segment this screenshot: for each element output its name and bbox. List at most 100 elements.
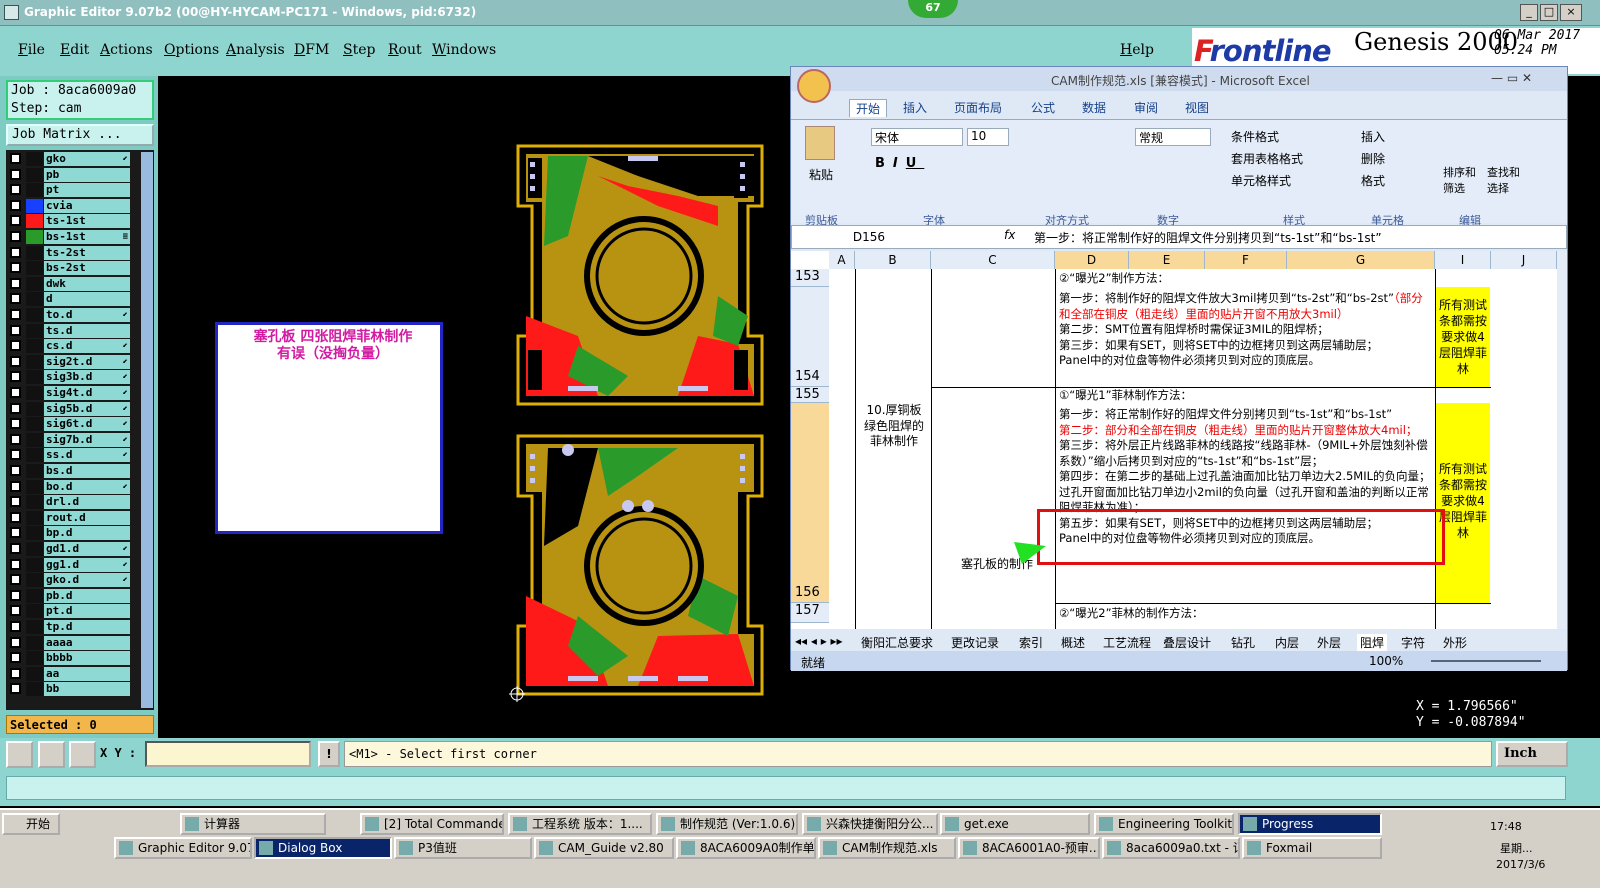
row-header-157[interactable]: 157 (791, 603, 829, 623)
taskbar-button[interactable]: 8aca6009a0.txt - 记... (1102, 837, 1240, 859)
layer-color-swatch[interactable] (26, 198, 43, 213)
cell-d155[interactable]: ①“曝光1”菲林制作方法： (1059, 388, 1429, 404)
layer-list-scrollbar[interactable] (141, 152, 153, 708)
layer-name[interactable]: pb.d (44, 588, 130, 603)
layer-row[interactable]: pt (6, 183, 136, 198)
layer-name[interactable]: bbbb (44, 651, 130, 666)
layer-row[interactable]: ts-1st (6, 214, 136, 229)
layer-checkbox[interactable] (10, 246, 21, 258)
zoom-level[interactable]: 100% (1369, 654, 1403, 668)
layer-row[interactable]: bp.d (6, 526, 136, 541)
layer-color-swatch[interactable] (26, 448, 43, 463)
taskbar-button[interactable]: Foxmail (1242, 837, 1382, 859)
col-header-a[interactable]: A (829, 251, 855, 269)
layer-name[interactable]: ts-2st (44, 245, 130, 260)
layer-checkbox[interactable] (10, 153, 21, 164)
row-header-153[interactable]: 153 (791, 269, 829, 287)
xy-input[interactable] (145, 741, 311, 767)
layer-name[interactable]: gd1.d ⬋ (44, 542, 130, 556)
layer-color-swatch[interactable] (26, 152, 43, 166)
row-header-156[interactable]: 156 (791, 403, 829, 603)
layer-color-swatch[interactable] (26, 682, 43, 697)
font-style-buttons[interactable]: BIU (875, 156, 924, 171)
layer-row[interactable]: ts.d (6, 323, 136, 338)
taskbar-button[interactable]: Dialog Box (254, 837, 392, 859)
layer-checkbox[interactable] (10, 355, 21, 367)
layer-checkbox[interactable] (10, 605, 21, 617)
col-header-j[interactable]: J (1491, 251, 1557, 269)
tab-data[interactable]: 数据 (1082, 99, 1106, 116)
layer-checkbox[interactable] (10, 527, 21, 539)
layer-name[interactable]: gg1.d ⬋ (44, 557, 130, 572)
layer-row[interactable]: gd1.d ⬋ (6, 542, 136, 556)
cell-d153[interactable]: ②“曝光2”制作方法： (1059, 271, 1429, 287)
layer-row[interactable]: drl.d (6, 495, 136, 510)
layer-row[interactable]: cvia (6, 198, 136, 213)
layer-checkbox[interactable] (10, 433, 21, 445)
close-button[interactable]: × (1560, 4, 1582, 21)
layer-row[interactable]: sig5b.d ⬋ (6, 401, 136, 416)
layer-row[interactable]: bs.d (6, 464, 136, 478)
insert-cells-button[interactable]: 插入 (1361, 128, 1385, 145)
layer-name[interactable]: bs.d (44, 464, 130, 478)
layer-row[interactable]: aaaa (6, 635, 136, 650)
layer-checkbox[interactable] (10, 449, 21, 461)
cell-i154[interactable]: 所有测试条都需按要求做4层阻焊菲林 (1436, 287, 1490, 387)
layer-row[interactable]: bs-2st (6, 261, 136, 276)
layer-row[interactable]: gko.d ⬋ (6, 573, 136, 588)
layer-name[interactable]: ss.d ⬋ (44, 448, 130, 463)
menu-windows[interactable]: Windows (432, 42, 496, 58)
col-header-e[interactable]: E (1129, 251, 1205, 269)
menu-analysis[interactable]: Analysis (226, 42, 285, 58)
delete-cells-button[interactable]: 删除 (1361, 150, 1385, 167)
taskbar-button[interactable]: 工程系统 版本：1.... (508, 813, 652, 835)
start-button[interactable]: 开始 (2, 813, 60, 835)
layer-color-swatch[interactable] (26, 573, 43, 588)
zoom-slider[interactable] (1431, 660, 1541, 662)
layer-color-swatch[interactable] (26, 432, 43, 447)
maximize-button[interactable]: □ (1540, 4, 1558, 21)
menu-edit[interactable]: Edit (60, 42, 89, 58)
layer-row[interactable]: aa (6, 666, 136, 681)
layer-checkbox[interactable] (10, 683, 21, 695)
layer-row[interactable]: bo.d ⬋ (6, 479, 136, 494)
layer-color-swatch[interactable] (26, 167, 43, 182)
layer-color-swatch[interactable] (26, 276, 43, 291)
layer-row[interactable]: sig4t.d ⬋ (6, 386, 136, 400)
layer-color-swatch[interactable] (26, 214, 43, 229)
layer-name[interactable]: sig3b.d ⬋ (44, 370, 130, 385)
measure-icon[interactable] (38, 741, 65, 768)
cell-i156[interactable]: 所有测试条都需按要求做4层阻焊菲林 (1436, 403, 1490, 603)
layer-row[interactable]: d (6, 292, 136, 307)
layer-checkbox[interactable] (10, 340, 21, 352)
col-header-b[interactable]: B (855, 251, 931, 269)
layer-name[interactable]: drl.d (44, 495, 130, 510)
layer-row[interactable]: pb.d (6, 588, 136, 603)
taskbar-button[interactable]: Progress (1238, 813, 1382, 835)
col-header-d[interactable]: D (1055, 251, 1129, 269)
col-header-g[interactable]: G (1287, 251, 1435, 269)
layer-checkbox[interactable] (10, 652, 21, 664)
layer-row[interactable]: gko ⬋ (6, 152, 136, 166)
layer-checkbox[interactable] (10, 277, 21, 289)
layer-color-swatch[interactable] (26, 510, 43, 525)
layer-color-swatch[interactable] (26, 542, 43, 556)
sheet-tab-inner[interactable]: 内层 (1275, 634, 1299, 651)
layer-row[interactable]: sig3b.d ⬋ (6, 370, 136, 385)
layer-checkbox[interactable] (10, 324, 21, 336)
layer-checkbox[interactable] (10, 589, 21, 601)
layer-color-swatch[interactable] (26, 620, 43, 634)
alert-button[interactable]: ! (318, 741, 340, 767)
layer-checkbox[interactable] (10, 215, 21, 227)
layer-name[interactable]: pb (44, 167, 130, 182)
taskbar-button[interactable]: Graphic Editor 9.07b... (114, 837, 252, 859)
layer-color-swatch[interactable] (26, 464, 43, 478)
sort-filter-button[interactable]: 排序和筛选 (1443, 164, 1483, 196)
layer-name[interactable]: rout.d (44, 510, 130, 525)
layer-checkbox[interactable] (10, 293, 21, 305)
col-header-i[interactable]: I (1435, 251, 1491, 269)
layer-checkbox[interactable] (10, 667, 21, 679)
layer-color-swatch[interactable] (26, 479, 43, 494)
layer-checkbox[interactable] (10, 262, 21, 274)
layer-name[interactable]: cs.d ⬋ (44, 339, 130, 354)
